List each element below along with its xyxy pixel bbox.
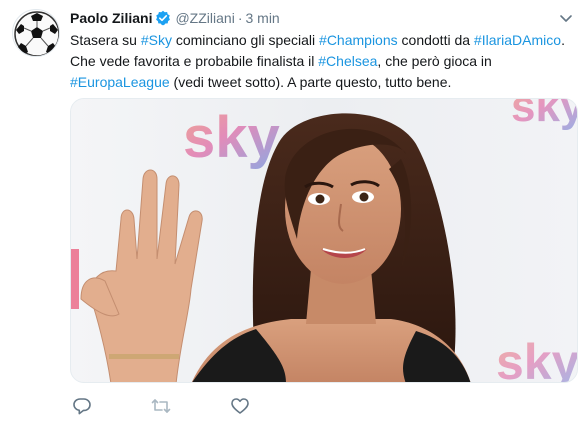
sky-logo: sky bbox=[511, 99, 578, 131]
tweet-card[interactable]: Paolo Ziliani @ZZiliani · 3 min Stasera su … bbox=[0, 0, 584, 423]
header-separator: · bbox=[237, 10, 243, 26]
hashtag-link[interactable]: #Champions bbox=[319, 32, 398, 48]
heart-icon[interactable] bbox=[230, 396, 252, 418]
sky-logo: sky bbox=[496, 334, 578, 383]
tweet-timestamp[interactable]: 3 min bbox=[245, 10, 279, 26]
photo-illustration: sky sky sky bbox=[71, 99, 578, 383]
tweet-photo[interactable]: sky sky sky bbox=[70, 98, 578, 383]
soccer-ball-icon bbox=[14, 11, 59, 56]
tweet-text-segment: cominciano gli speciali bbox=[171, 32, 320, 48]
tweet-text-segment: , che però gioca in bbox=[377, 53, 492, 69]
tweet-header: Paolo Ziliani @ZZiliani · 3 min bbox=[70, 9, 544, 29]
tweet-text-segment: (vedi tweet sotto). A parte questo, tutt… bbox=[169, 74, 452, 90]
hashtag-link[interactable]: #Sky bbox=[141, 32, 172, 48]
avatar[interactable] bbox=[12, 9, 60, 57]
hashtag-link[interactable]: #IlariaDAmico bbox=[474, 32, 561, 48]
sky-logo: sky bbox=[183, 105, 280, 170]
chevron-down-icon[interactable] bbox=[558, 12, 574, 24]
tweet-text: Stasera su #Sky cominciano gli speciali … bbox=[70, 30, 570, 93]
author-handle[interactable]: @ZZiliani bbox=[175, 10, 234, 26]
tweet-text-segment: Stasera su bbox=[70, 32, 141, 48]
reply-icon[interactable] bbox=[72, 396, 94, 418]
tweet-text-segment: condotti da bbox=[397, 32, 474, 48]
verified-badge-icon bbox=[155, 10, 171, 30]
retweet-icon[interactable] bbox=[150, 396, 172, 418]
author-name[interactable]: Paolo Ziliani bbox=[70, 10, 152, 26]
hashtag-link[interactable]: #Chelsea bbox=[318, 53, 377, 69]
hashtag-link[interactable]: #EuropaLeague bbox=[70, 74, 170, 90]
tweet-actions bbox=[70, 396, 370, 418]
